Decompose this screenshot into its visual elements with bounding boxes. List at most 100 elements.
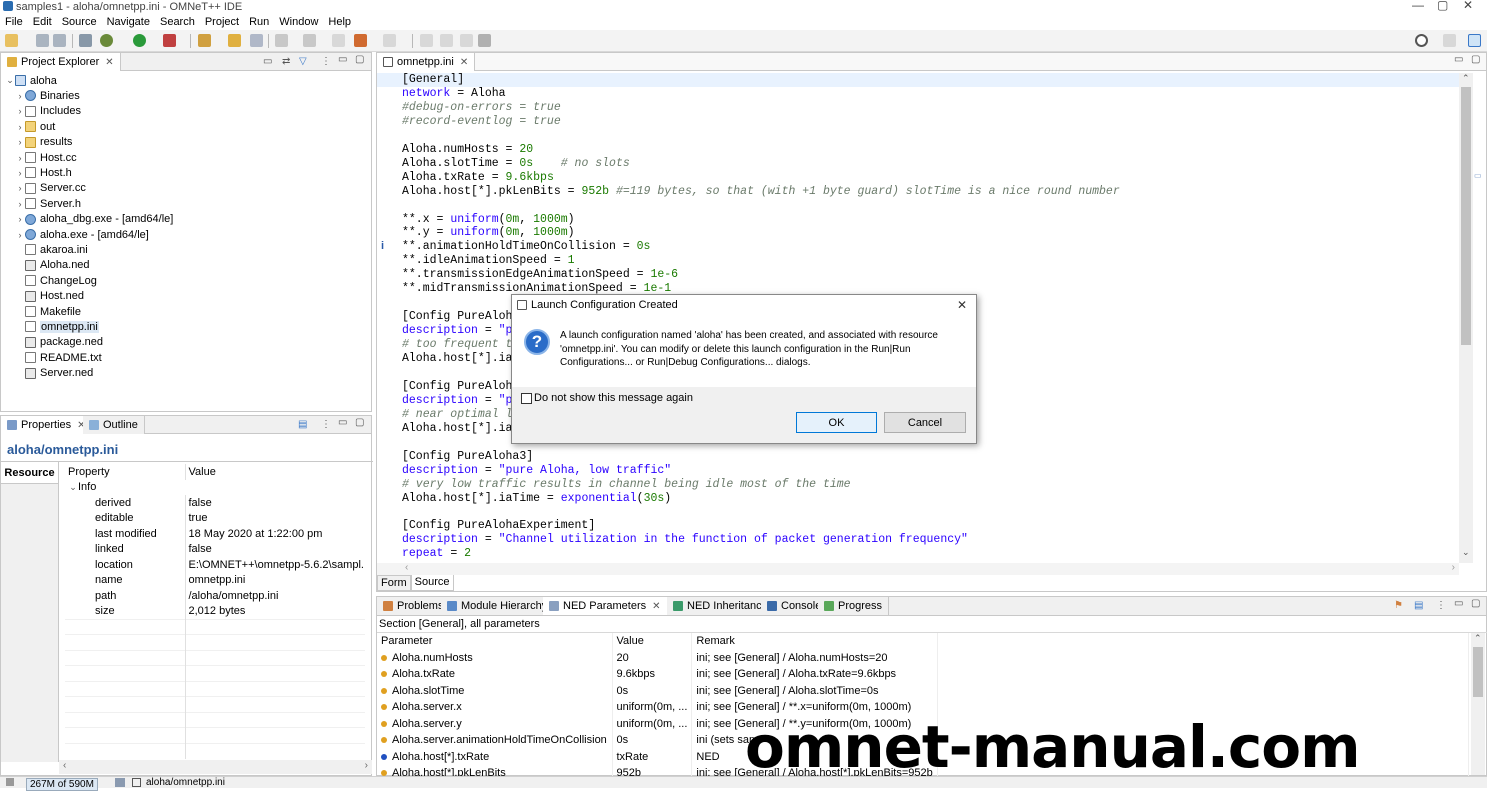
open-type-icon[interactable] (250, 34, 263, 47)
parameter-row[interactable]: Aloha.slotTime 0s ini; see [General] / Alo… (377, 682, 1470, 699)
tab-resource[interactable]: Resource (1, 462, 58, 484)
tab-omnetpp-ini[interactable]: omnetpp.ini ✕ (377, 53, 476, 71)
chevron-right-icon[interactable]: › (15, 214, 25, 224)
menu-file[interactable]: File (5, 16, 23, 28)
close-icon[interactable]: ✕ (105, 57, 113, 68)
view-menu-icon[interactable]: ⋮ (321, 419, 331, 430)
trash-icon[interactable] (115, 778, 125, 787)
next-annotation-icon[interactable] (275, 34, 288, 47)
tree-item[interactable]: Host.ned (15, 289, 84, 304)
tree-item[interactable]: › results (15, 135, 73, 150)
chevron-right-icon[interactable]: › (15, 168, 25, 178)
tree-item[interactable]: package.ned (15, 335, 103, 350)
view-menu-icon[interactable]: ⋮ (1436, 600, 1446, 611)
menu-search[interactable]: Search (160, 16, 195, 28)
tree-item[interactable]: › Host.cc (15, 150, 77, 165)
property-row[interactable]: name omnetpp.ini (65, 572, 365, 588)
chevron-right-icon[interactable]: › (15, 137, 25, 147)
new-icon[interactable] (5, 34, 18, 47)
property-row[interactable]: derived false (65, 495, 365, 511)
checkbox-box[interactable] (521, 392, 532, 404)
chevron-right-icon[interactable]: › (15, 122, 25, 132)
maximize-view-icon[interactable]: ▢ (355, 417, 364, 428)
search-icon[interactable] (1415, 34, 1428, 47)
back-icon[interactable] (332, 34, 345, 47)
property-row[interactable]: editable true (65, 510, 365, 526)
chevron-right-icon[interactable]: › (15, 106, 25, 116)
memory-usage[interactable]: 267M of 590M (26, 778, 98, 791)
pin-icon[interactable]: ▤ (298, 419, 307, 430)
sync-icon[interactable] (440, 34, 453, 47)
tree-item[interactable]: › Server.cc (15, 181, 86, 196)
property-row[interactable]: path/aloha/omnetpp.ini (65, 588, 365, 604)
menu-project[interactable]: Project (205, 16, 239, 28)
tab-ned-parameters[interactable]: NED Parameters ✕ (543, 597, 668, 615)
tab-outline[interactable]: Outline (83, 416, 145, 434)
open-perspective-icon[interactable] (1443, 34, 1456, 47)
minimize-view-icon[interactable]: ▭ (338, 54, 347, 65)
menu-navigate[interactable]: Navigate (107, 16, 150, 28)
maximize-view-icon[interactable]: ▢ (355, 54, 364, 65)
chevron-right-icon[interactable]: › (15, 199, 25, 209)
debug-icon[interactable] (100, 34, 113, 47)
menu-run[interactable]: Run (249, 16, 269, 28)
menu-source[interactable]: Source (62, 16, 97, 28)
tab-progress[interactable]: Progress (818, 597, 890, 615)
close-icon[interactable]: ✕ (460, 57, 468, 68)
parameter-row[interactable]: Aloha.txRate 9.6kbps ini; see [General] / … (377, 666, 1470, 683)
wizard-icon[interactable] (198, 34, 211, 47)
properties-group-row[interactable]: ⌄Info (65, 480, 365, 496)
ned-vscroll[interactable]: ⌃ (1471, 633, 1485, 775)
tab-properties[interactable]: Properties ✕ (1, 416, 93, 434)
perspective-icon[interactable] (1468, 34, 1481, 47)
dont-show-checkbox[interactable]: Do not show this message again (521, 392, 693, 404)
tab-source[interactable]: Source (410, 575, 454, 591)
minimize-button[interactable]: — (1412, 0, 1424, 12)
editor-hscroll[interactable]: ‹ › (377, 562, 1459, 575)
tab-project-explorer[interactable]: Project Explorer ✕ (1, 53, 121, 71)
editor-vscroll[interactable]: ⌃ ⌄ (1459, 73, 1473, 563)
tree-item[interactable]: › Includes (15, 104, 81, 119)
tree-item[interactable]: Aloha.ned (15, 258, 90, 273)
tab-module-hierarchy[interactable]: Module Hierarchy (441, 597, 555, 615)
collapse-all-icon[interactable]: ▭ (263, 56, 272, 67)
minimize-view-icon[interactable]: ▭ (338, 417, 347, 428)
chevron-right-icon[interactable]: › (15, 153, 25, 163)
chevron-right-icon[interactable]: › (15, 183, 25, 193)
menu-edit[interactable]: Edit (33, 16, 52, 28)
maximize-button[interactable]: ▢ (1437, 0, 1448, 12)
close-icon[interactable]: ✕ (652, 601, 660, 612)
parameter-row[interactable]: Aloha.numHosts 20 ini; see [General] / Alo… (377, 649, 1470, 666)
tab-problems[interactable]: Problems (377, 597, 451, 615)
dialog-close-button[interactable]: ✕ (957, 298, 967, 312)
pin-editor-icon[interactable] (420, 34, 433, 47)
minimize-view-icon[interactable]: ▭ (1454, 598, 1463, 609)
view-menu-icon[interactable]: ⋮ (321, 56, 331, 67)
menu-help[interactable]: Help (328, 16, 351, 28)
tree-item[interactable]: ChangeLog (15, 273, 97, 288)
nav-back-icon[interactable] (354, 34, 367, 47)
ok-button[interactable]: OK (796, 412, 877, 433)
close-window-button[interactable]: ✕ (1463, 0, 1473, 12)
tree-item[interactable]: omnetpp.ini (15, 319, 99, 334)
tree-item[interactable]: Makefile (15, 304, 81, 319)
tab-form[interactable]: Form (377, 575, 411, 591)
tree-item[interactable]: › out (15, 119, 56, 134)
tree-item[interactable]: › aloha_dbg.exe - [amd64/le] (15, 212, 174, 227)
build-icon[interactable] (79, 34, 92, 47)
menu-window[interactable]: Window (279, 16, 318, 28)
filter-icon[interactable]: ▽ (299, 56, 307, 67)
tree-item[interactable]: › Host.h (15, 165, 72, 180)
chevron-right-icon[interactable]: › (15, 230, 25, 240)
link-editor-icon[interactable]: ⇄ (282, 56, 290, 67)
chevron-right-icon[interactable]: › (15, 91, 25, 101)
cancel-button[interactable]: Cancel (884, 412, 966, 433)
tree-item[interactable]: Server.ned (15, 366, 93, 381)
run-icon[interactable] (133, 34, 146, 47)
profile-icon[interactable] (163, 34, 176, 47)
toggle-icon[interactable] (478, 34, 491, 47)
filter-params-icon[interactable]: ⚑ (1394, 600, 1403, 611)
tab-ned-inheritance[interactable]: NED Inheritance (667, 597, 775, 615)
property-row[interactable]: last modified 18 May 2020 at 1:22:00 pm (65, 526, 365, 542)
pin-icon[interactable]: ▤ (1414, 600, 1423, 611)
